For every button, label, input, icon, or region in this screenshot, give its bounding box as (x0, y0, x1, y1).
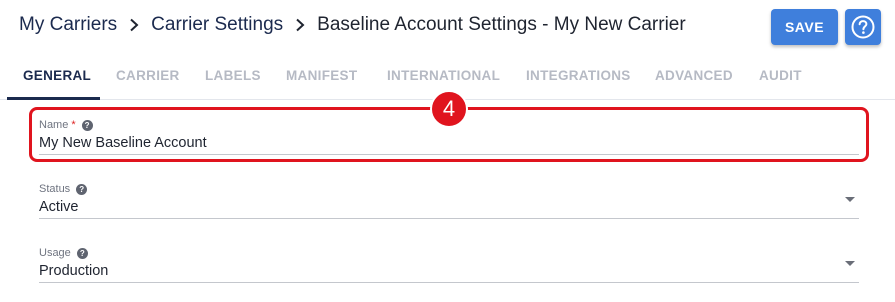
status-field-label: Status ? (39, 182, 859, 196)
tab-manifest[interactable]: MANIFEST (286, 68, 357, 83)
save-button[interactable]: SAVE (771, 9, 838, 45)
help-icon[interactable]: ? (76, 247, 88, 259)
chevron-right-icon (117, 18, 151, 32)
help-button[interactable] (845, 9, 881, 45)
help-icon[interactable]: ? (76, 183, 88, 195)
active-tab-indicator (7, 97, 100, 100)
breadcrumb-my-carriers[interactable]: My Carriers (19, 14, 117, 36)
tab-audit[interactable]: AUDIT (759, 68, 802, 83)
usage-value: Production (39, 263, 109, 279)
status-select[interactable]: Status ? Active (39, 182, 859, 220)
caret-down-icon[interactable] (845, 197, 855, 202)
step-badge: 4 (430, 90, 468, 128)
usage-field-label: Usage ? (39, 246, 859, 260)
tab-integrations[interactable]: INTEGRATIONS (526, 68, 631, 83)
usage-select[interactable]: Usage ? Production (39, 246, 859, 284)
usage-field-underline (39, 282, 859, 283)
page-title: Baseline Account Settings - My New Carri… (317, 14, 686, 35)
tab-labels[interactable]: LABELS (205, 68, 261, 83)
help-circle-icon (851, 15, 875, 39)
tab-international[interactable]: INTERNATIONAL (387, 68, 500, 83)
breadcrumb-carrier-settings[interactable]: Carrier Settings (151, 14, 283, 36)
status-field-underline (39, 218, 859, 219)
breadcrumb: My Carriers Carrier Settings Baseline Ac… (19, 14, 686, 36)
caret-down-icon[interactable] (845, 261, 855, 266)
chevron-right-icon (283, 18, 317, 32)
tab-advanced[interactable]: ADVANCED (655, 68, 733, 83)
page-header: My Carriers Carrier Settings Baseline Ac… (0, 0, 895, 56)
tab-carrier[interactable]: CARRIER (116, 68, 180, 83)
tab-general[interactable]: GENERAL (23, 68, 91, 83)
status-value: Active (39, 199, 79, 215)
